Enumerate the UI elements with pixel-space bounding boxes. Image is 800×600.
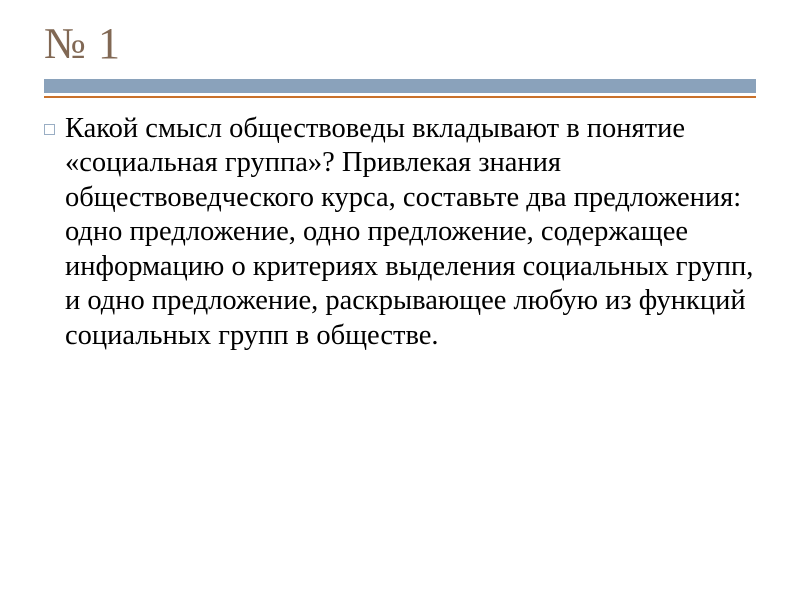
divider-thick xyxy=(44,79,756,93)
divider-group xyxy=(44,79,756,98)
body: Какой смысл обществоведы вкладывают в по… xyxy=(44,112,756,353)
bullet-square-icon xyxy=(44,124,55,135)
slide: № 1 Какой смысл обществоведы вкладывают … xyxy=(0,0,800,600)
body-text: Какой смысл обществоведы вкладывают в по… xyxy=(65,112,756,353)
slide-title: № 1 xyxy=(44,18,756,69)
divider-thin xyxy=(44,96,756,98)
